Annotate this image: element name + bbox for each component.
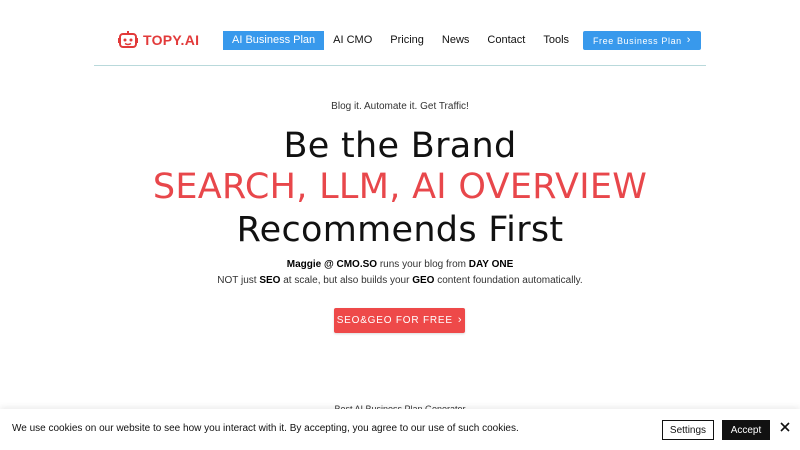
subtitle-text: content foundation automatically.	[434, 275, 583, 286]
nav-item-pricing[interactable]: Pricing	[381, 31, 433, 50]
cookie-accept-button[interactable]: Accept	[722, 420, 770, 440]
chevron-right-icon: ›	[457, 314, 463, 326]
subtitle-text: NOT just	[217, 275, 260, 286]
subtitle-text: runs your blog from	[377, 259, 469, 270]
nav-item-tools[interactable]: Tools	[534, 31, 578, 50]
logo-text: TOPY.AI	[143, 32, 200, 48]
main-nav: AI Business Plan AI CMO Pricing News Con…	[223, 31, 578, 50]
site-header: TOPY.AI AI Business Plan AI CMO Pricing …	[0, 0, 800, 66]
subtitle-bold-seo: SEO	[259, 275, 281, 286]
subtitle-text: at scale, but also builds your	[280, 275, 413, 286]
hero-subtitle-2: NOT just SEO at scale, but also builds y…	[0, 275, 800, 286]
robot-face-icon	[118, 31, 138, 48]
nav-item-ai-business-plan[interactable]: AI Business Plan	[223, 31, 325, 50]
seo-geo-for-free-label: SEO&GEO FOR FREE	[336, 315, 453, 326]
seo-geo-for-free-button[interactable]: SEO&GEO FOR FREE ›	[334, 308, 465, 333]
hero-headline-line-3: Recommends First	[236, 210, 564, 250]
logo[interactable]: TOPY.AI	[118, 29, 199, 51]
hero-subtitle-1: Maggie @ CMO.SO runs your blog from DAY …	[0, 259, 800, 270]
subtitle-bold-day-one: DAY ONE	[468, 259, 514, 270]
header-divider	[94, 65, 706, 66]
hero-eyebrow: Blog it. Automate it. Get Traffic!	[331, 101, 469, 112]
chevron-right-icon: ›	[686, 34, 692, 46]
free-business-plan-label: Free Business Plan	[592, 35, 682, 46]
nav-item-news[interactable]: News	[433, 31, 479, 50]
hero-headline-line-2: SEARCH, LLM, AI OVERVIEW	[152, 167, 648, 207]
free-business-plan-button[interactable]: Free Business Plan ›	[583, 31, 701, 50]
hero-headline-line-1: Be the Brand	[283, 126, 517, 166]
nav-item-ai-cmo[interactable]: AI CMO	[324, 31, 381, 50]
cookie-text: We use cookies on our website to see how…	[12, 423, 519, 434]
cookie-settings-button[interactable]: Settings	[662, 420, 714, 440]
subtitle-bold-geo: GEO	[412, 275, 435, 286]
cookie-banner: We use cookies on our website to see how…	[0, 409, 800, 450]
subtitle-bold-maggie: Maggie @ CMO.SO	[286, 259, 378, 270]
nav-item-contact[interactable]: Contact	[478, 31, 534, 50]
close-icon[interactable]	[778, 420, 792, 434]
